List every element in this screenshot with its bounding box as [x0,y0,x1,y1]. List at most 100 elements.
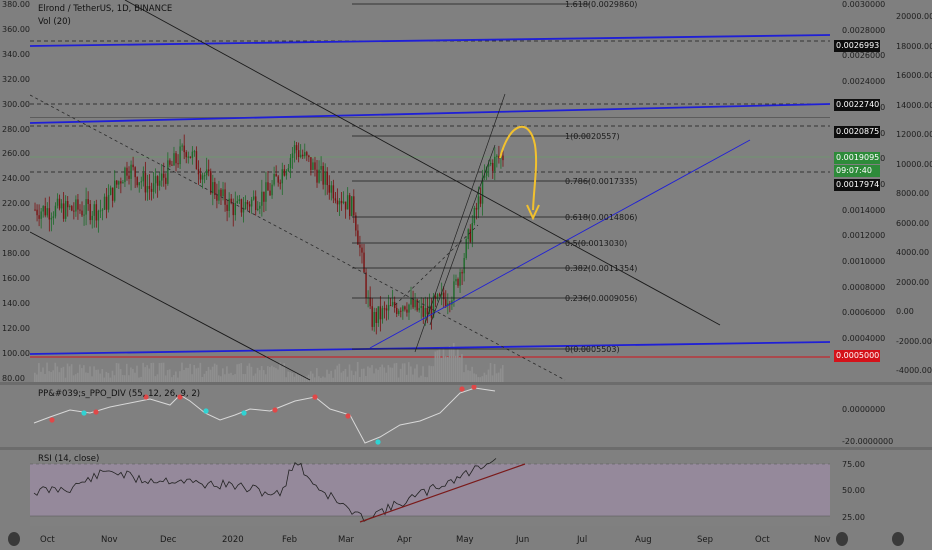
candle-down [502,155,504,161]
volume-bar [495,373,498,382]
volume-bar [199,362,202,382]
volume-bar [158,363,161,382]
price-chart-svg[interactable]: 1.618(0.0029860) 1(0.0020557) 0.786(0.0017… [30,0,830,382]
volume-bar [334,369,337,382]
volume-bar [107,372,110,382]
right-price-tick: 0.0030000 [842,0,886,9]
candle-down [183,145,185,153]
volume-bar [416,364,418,382]
scroll-left-button[interactable] [8,532,20,546]
candle-down [58,198,61,209]
volume-axis-tick: 8000.00 [896,189,930,198]
candle-down [357,230,359,245]
candle-down [79,209,81,211]
volume-bar [444,356,447,382]
settings-button[interactable] [892,532,904,546]
price-axis-tick: 380.00 [2,0,30,9]
fib-level-label: 0.382(0.0011354) [565,264,637,273]
candle-down [224,189,226,205]
candle-down [400,310,402,312]
chart-title: Elrond / TetherUS, 1D, BINANCE [38,4,173,14]
volume-label: Vol (20) [38,17,71,27]
volume-bar [410,366,412,382]
candle-up [75,199,77,212]
volume-bar [269,367,271,382]
fib-level-label: 0.5(0.0013030) [565,239,627,248]
price-badge: 0.0019095 [834,152,880,164]
right-price-tick: 0.0004000 [842,334,886,344]
candle-up [265,182,267,202]
candle-up [64,200,67,219]
candle-down [62,203,65,219]
candle-down [67,200,69,208]
auto-scale-button[interactable] [836,532,848,546]
candle-up [453,281,455,301]
volume-bar [211,366,214,382]
candle-down [295,145,298,151]
candle-up [289,157,292,169]
volume-bar [401,363,404,382]
candle-up [40,211,42,219]
candle-up [91,215,93,221]
time-axis-label: Sep [697,535,714,545]
volume-bar [40,371,42,382]
volume-bar [117,363,120,382]
candle-up [293,145,296,154]
candle-down [461,272,463,274]
price-chart-pane[interactable]: 1.618(0.0029860) 1(0.0020557) 0.786(0.0017… [30,0,830,382]
candle-down [314,162,316,170]
candle-down [208,169,210,172]
right-price-tick: 0.0010000 [842,257,886,266]
volume-bar [134,372,136,382]
candle-down [197,169,200,175]
candle-down [383,308,386,310]
time-axis-label: Oct [755,535,770,545]
volume-bar [162,362,165,382]
candle-up [103,196,106,210]
volume-bar [56,366,59,382]
right-price-tick: 0.0012000 [842,231,886,241]
candle-down [48,208,51,220]
volume-bar [203,373,206,382]
volume-bar [330,370,332,382]
rsi-pane[interactable] [30,450,830,526]
volume-bar [160,362,163,382]
candle-up [424,308,427,317]
candle-up [318,169,320,183]
right-price-tick: 0.0008000 [842,282,886,292]
right-price-tick: 0.0014000 [842,205,886,215]
candle-up [109,187,112,195]
volume-bar [148,368,151,382]
candle-down [340,200,343,204]
volume-bar [393,363,396,382]
volume-bar [436,350,439,382]
volume-bar [422,366,424,382]
candle-up [387,305,390,311]
volume-bar [230,372,232,382]
candle-down [73,210,75,212]
candle-up [414,299,416,308]
volume-bar [213,363,216,382]
candle-down [336,200,339,205]
volume-bar [316,368,318,382]
fib-level-label: 0.236(0.0009056) [565,294,637,303]
volume-bar [179,371,181,382]
volume-bar [373,373,375,382]
candle-up [299,154,302,158]
candle-down [199,174,202,180]
volume-bar [271,365,273,382]
candle-up [146,186,149,193]
candle-down [479,196,482,204]
volume-bar [215,364,218,382]
candle-up [346,195,349,210]
candle-down [277,176,279,183]
candle-down [77,199,79,210]
candle-up [83,214,85,216]
volume-bar [85,372,87,382]
volume-bar [46,362,48,382]
volume-bar [97,369,99,382]
fib-level-label: 0(0.0005503) [565,345,620,354]
candle-up [130,164,132,179]
price-axis-tick: 280.00 [2,124,30,134]
candle-up [287,168,290,171]
